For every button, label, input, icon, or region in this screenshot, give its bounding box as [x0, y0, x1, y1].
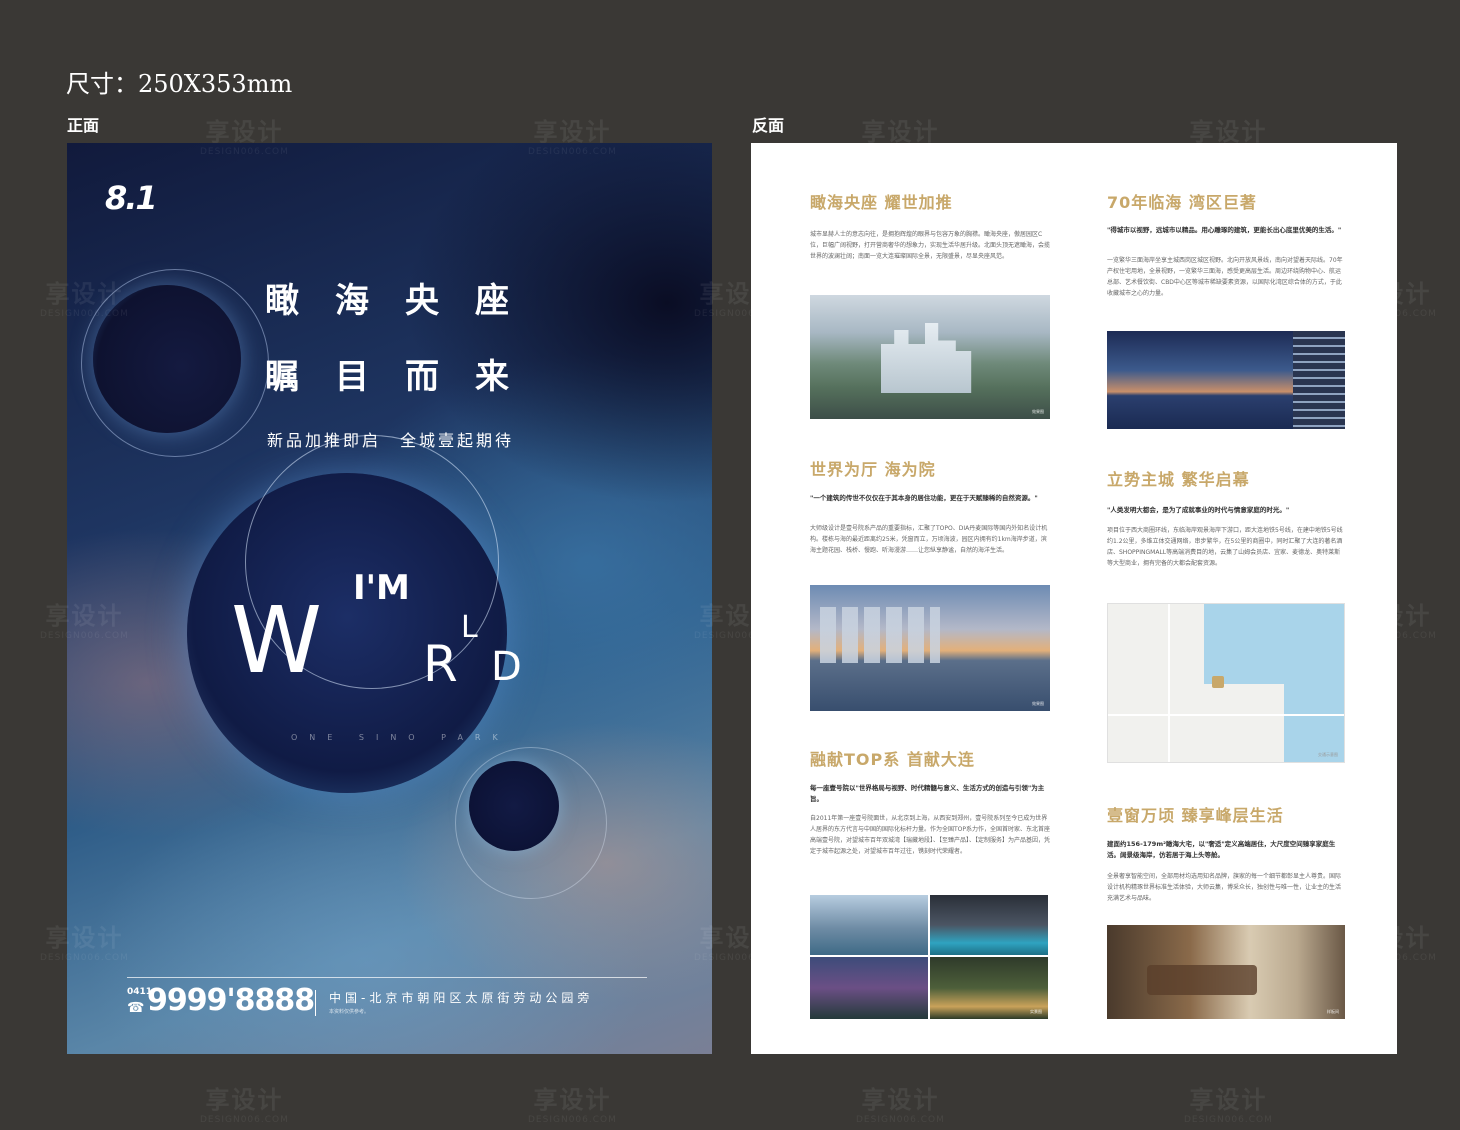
- section-1-photo-caption: 效果图: [1032, 409, 1044, 414]
- section-3-quote: "一个建筑的传世不仅仅在于其本身的居住功能，更在于天赋臻稀的自然资源。": [810, 494, 1038, 502]
- brand-logo: 8.1: [105, 179, 158, 217]
- headline-subline: 新品加推即启 全城壹起期待: [267, 431, 515, 450]
- section-5-photo-grid: 实景图: [810, 895, 1048, 1019]
- section-3-title: 世界为厅 海为院: [810, 460, 936, 479]
- world-text-im: I'M: [353, 568, 410, 608]
- watermark: 享设计DESIGN006.COM: [1184, 1086, 1273, 1125]
- section-1-title: 瞰海央座 耀世加推: [810, 193, 953, 212]
- phone-icon: ☎: [127, 1000, 145, 1016]
- project-tagline: ONE SINO PARK: [291, 733, 510, 742]
- section-2-quote: "得城市以视野，远城市以精品。用心雕琢的建筑，更能长出心底里优美的生活。": [1107, 226, 1342, 234]
- watermark: 享设计DESIGN006.COM: [528, 1086, 617, 1125]
- back-label: 反面: [752, 116, 785, 135]
- disclaimer: 本资料仅供参考。: [329, 1009, 370, 1015]
- front-poster: 8.1 瞰海央座 瞩目而来 新品加推即启 全城壹起期待 I'M W R L D …: [67, 143, 712, 1054]
- section-5-title: 融献TOP系 首献大连: [810, 750, 975, 769]
- section-4-map: 交通示意图: [1107, 603, 1345, 763]
- section-6-photo: 样板间: [1107, 925, 1345, 1019]
- section-6-body: 全景奢享智能空间，全部用材均选用知名品牌，旗家的每一个细节都彰显主人尊贵。国际设…: [1107, 873, 1342, 902]
- section-3-photo-caption: 效果图: [1032, 701, 1044, 706]
- watermark: 享设计DESIGN006.COM: [200, 1086, 289, 1125]
- section-4-quote: "人类发明大都会，是为了成就事业的时代与情意家庭的时光。": [1107, 506, 1290, 514]
- world-text-d: D: [491, 644, 522, 690]
- section-3-body: 大师级设计是壹号院系产品的重要指标，汇聚了TOPO、DIA丹麦国际等国内外知名设…: [810, 525, 1048, 554]
- section-6-title: 壹窗万顷 臻享峰层生活: [1107, 806, 1284, 825]
- orbit-ring-bottom: [455, 747, 607, 899]
- footer-divider: [127, 977, 647, 978]
- watermark: 享设计DESIGN006.COM: [856, 1086, 945, 1125]
- section-5-quote: 每一座壹号院以"世界格局与视野、时代精髓与意义、生活方式的创造与引领"为主旨。: [810, 784, 1045, 803]
- headline-line-1: 瞰海央座: [265, 281, 545, 321]
- footer-separator: [315, 990, 316, 1016]
- section-5-body: 自2011年第一座壹号院面世，从北京到上海，从西安到郑州，壹号院系列至今已成为世…: [810, 815, 1051, 855]
- section-2-body: 一览繁华三面海岸坐享主城西岗区城区视野。北向开放风景线，南向对望着天际线。70年…: [1107, 257, 1343, 297]
- section-6-quote: 建面约156-179m²瞰海大宅，以"奢适"定义高端居住，大尺度空间臻享家庭生活…: [1107, 840, 1336, 859]
- orbit-ring-top: [81, 269, 269, 457]
- phone-number: 9999'8888: [147, 983, 315, 1018]
- section-4-title: 立势主城 繁华启幕: [1107, 470, 1250, 489]
- back-page: 瞰海央座 耀世加推 城市显赫人士的意志向往，是拥抱辉煌的眼界与包容万象的胸襟。瞰…: [751, 143, 1397, 1054]
- section-4-map-caption: 交通示意图: [1318, 752, 1338, 757]
- section-2-photo: [1107, 331, 1345, 429]
- section-2-title: 70年临海 湾区巨著: [1107, 193, 1257, 212]
- section-3-photo: 效果图: [810, 585, 1050, 711]
- world-text-r: R: [423, 635, 458, 693]
- world-text-l: L: [461, 610, 478, 645]
- project-address: 中国-北京市朝阳区太原街劳动公园旁: [329, 991, 594, 1005]
- headline-line-2: 瞩目而来: [265, 357, 545, 397]
- size-label: 尺寸：250X353mm: [66, 70, 293, 98]
- section-1-photo: 效果图: [810, 295, 1050, 419]
- section-6-photo-caption: 样板间: [1327, 1009, 1339, 1014]
- section-5-photo-caption: 实景图: [1030, 1009, 1042, 1014]
- section-4-body: 项目位于西大商圈环线，东临海岸观景海岸下游口，距大连地铁5号线，在建中地铁5号线…: [1107, 527, 1343, 567]
- section-1-body: 城市显赫人士的意志向往，是拥抱辉煌的眼界与包容万象的胸襟。瞰海央座，傲居园区C位…: [810, 231, 1051, 260]
- front-label: 正面: [67, 116, 100, 135]
- world-text-w: W: [231, 587, 322, 694]
